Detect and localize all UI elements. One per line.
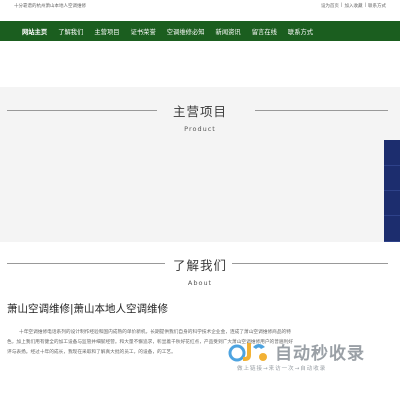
header-strip xyxy=(0,12,400,21)
side-service-tab[interactable] xyxy=(384,166,400,191)
nav-item-contact[interactable]: 联系方式 xyxy=(288,27,313,36)
about-subtitle: About xyxy=(187,279,213,287)
watermark-name: 自动秒收录 xyxy=(275,344,365,364)
nav-item-products[interactable]: 主营项目 xyxy=(94,27,119,36)
nav-item-about[interactable]: 了解我们 xyxy=(58,27,83,36)
main-nav: 网站主页 了解我们 主营项目 证书荣誉 空调维修必知 新闻资讯 留言在线 联系方… xyxy=(0,21,400,41)
about-title: 了解我们 xyxy=(172,258,227,273)
nav-item-knowledge[interactable]: 空调维修必知 xyxy=(167,27,205,36)
side-service-tab[interactable] xyxy=(384,140,400,166)
watermark-slogan: 做上链接→来访一次→自动收录 xyxy=(237,366,327,372)
products-title: 主营项目 xyxy=(172,104,227,119)
separator: | xyxy=(340,3,343,8)
add-favorite-link[interactable]: 加入收藏 xyxy=(344,3,362,9)
watermark-logo-icon xyxy=(228,343,267,362)
set-homepage-link[interactable]: 设为首页 xyxy=(321,3,339,9)
watermark: 自动秒收录 做上链接→来访一次→自动收录 xyxy=(227,337,387,379)
page: 十分靠谱的杭州萧山本地人空调维修 设为首页 | 加入收藏 | 联系方式 网站主页… xyxy=(0,0,400,400)
site-tagline: 十分靠谱的杭州萧山本地人空调维修 xyxy=(14,4,86,9)
nav-item-message[interactable]: 留言在线 xyxy=(252,27,277,36)
nav-item-home[interactable]: 网站主页 xyxy=(22,27,47,36)
side-service-tab[interactable] xyxy=(384,191,400,216)
side-service-tab[interactable] xyxy=(384,216,400,242)
products-subtitle: Product xyxy=(184,125,216,133)
about-heading: 萧山空调维修|萧山本地人空调维修 xyxy=(7,303,169,315)
top-bar: 十分靠谱的杭州萧山本地人空调维修 设为首页 | 加入收藏 | 联系方式 xyxy=(0,0,400,12)
nav-item-certificates[interactable]: 证书荣誉 xyxy=(131,27,156,36)
top-links: 设为首页 | 加入收藏 | 联系方式 xyxy=(321,3,386,9)
nav-item-news[interactable]: 新闻资讯 xyxy=(216,27,241,36)
separator: | xyxy=(364,3,366,8)
contact-link[interactable]: 联系方式 xyxy=(368,3,386,9)
